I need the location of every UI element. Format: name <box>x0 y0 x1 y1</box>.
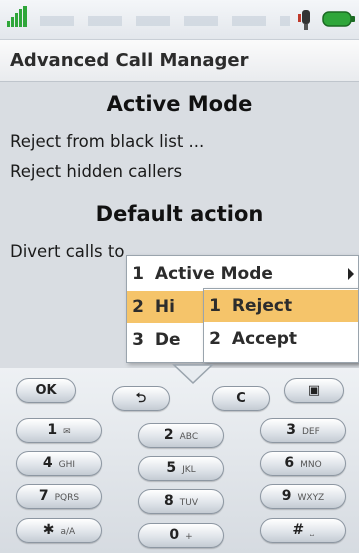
key-letters: GHI <box>58 460 76 470</box>
menu-item-active-mode[interactable]: 1 Active Mode <box>127 258 358 290</box>
key-digit: 5 <box>166 460 177 476</box>
key-1[interactable]: 1 ✉ <box>16 418 102 443</box>
back-key[interactable]: ⮌ <box>112 386 170 411</box>
key-digit: # <box>292 522 305 538</box>
section-title-default-action: Default action <box>95 202 264 226</box>
key-0[interactable]: 0 + <box>138 523 224 548</box>
keypad: OK ⮌ C ▣ 1 ✉ 2 ABC 3 DEF 4 GHI 5 JKL 6 MNO 7 PQ… <box>0 368 359 553</box>
key-digit: 0 <box>169 527 180 543</box>
ok-softkey[interactable]: OK <box>16 378 76 403</box>
menu-item-number: 1 <box>132 264 144 284</box>
key-hash[interactable]: # ⎵ <box>260 518 346 543</box>
key-digit: 6 <box>284 455 295 471</box>
submenu-item-number: 2 <box>209 329 221 349</box>
submenu-item-reject[interactable]: 1 Reject <box>204 290 358 322</box>
battery-icon <box>322 11 355 27</box>
submenu-item-label: Reject <box>231 296 293 316</box>
key-letters: a/A <box>60 527 76 537</box>
submenu-item-accept[interactable]: 2 Accept <box>204 323 358 355</box>
key-7[interactable]: 7 PQRS <box>16 484 102 509</box>
key-digit: ✱ <box>42 522 55 538</box>
phone-screen: Advanced Call Manager Active Mode Reject… <box>0 0 359 553</box>
key-8[interactable]: 8 TUV <box>138 489 224 514</box>
submenu-item-label: Accept <box>231 329 298 349</box>
menu-item-number: 2 <box>132 297 144 317</box>
nav-down-arrow-icon[interactable] <box>172 363 214 385</box>
setting-reject-hidden-callers[interactable]: Reject hidden callers <box>10 162 182 181</box>
menu-item-number: 3 <box>132 330 144 350</box>
status-bar <box>0 0 359 40</box>
key-letters: PQRS <box>54 493 80 503</box>
status-indicator-strip <box>40 16 290 26</box>
setting-divert-calls[interactable]: Divert calls to <box>10 242 124 261</box>
key-digit: 3 <box>286 422 296 438</box>
key-digit: 9 <box>281 488 292 504</box>
key-letters: DEF <box>301 427 320 437</box>
key-5[interactable]: 5 JKL <box>138 456 224 481</box>
menu-softkey[interactable]: ▣ <box>284 378 344 403</box>
key-digit: 8 <box>164 493 174 509</box>
key-digit: 7 <box>38 488 49 504</box>
headset-icon <box>298 10 310 30</box>
key-letters: + <box>185 532 193 542</box>
key-letters: ABC <box>179 432 199 442</box>
key-3[interactable]: 3 DEF <box>260 418 346 443</box>
key-digit: 4 <box>42 455 53 471</box>
submenu-arrow-icon <box>348 268 354 280</box>
key-letters: WXYZ <box>297 493 325 503</box>
submenu-item-number: 1 <box>209 296 221 316</box>
setting-reject-black-list[interactable]: Reject from black list ... <box>10 132 204 151</box>
app-title: Advanced Call Manager <box>10 50 249 71</box>
key-letters: MNO <box>300 460 322 470</box>
key-6[interactable]: 6 MNO <box>260 451 346 476</box>
signal-strength-icon <box>7 6 27 27</box>
key-letters: JKL <box>182 465 196 475</box>
section-title-active-mode: Active Mode <box>106 92 253 116</box>
menu-item-label: De <box>154 330 181 350</box>
key-digit: 1 <box>47 422 58 438</box>
key-9[interactable]: 9 WXYZ <box>260 484 346 509</box>
key-4[interactable]: 4 GHI <box>16 451 102 476</box>
app-title-bar: Advanced Call Manager <box>0 40 359 82</box>
key-digit: 2 <box>163 427 174 443</box>
submenu: 1 Reject 2 Accept <box>203 288 359 363</box>
clear-key[interactable]: C <box>212 386 270 411</box>
menu-item-label: Active Mode <box>154 264 273 284</box>
key-2[interactable]: 2 ABC <box>138 423 224 448</box>
menu-item-label: Hi <box>154 297 175 317</box>
key-letters: TUV <box>179 498 198 508</box>
space-icon: ⎵ <box>310 527 314 537</box>
key-star[interactable]: ✱ a/A <box>16 518 102 543</box>
voicemail-icon: ✉ <box>63 427 71 437</box>
